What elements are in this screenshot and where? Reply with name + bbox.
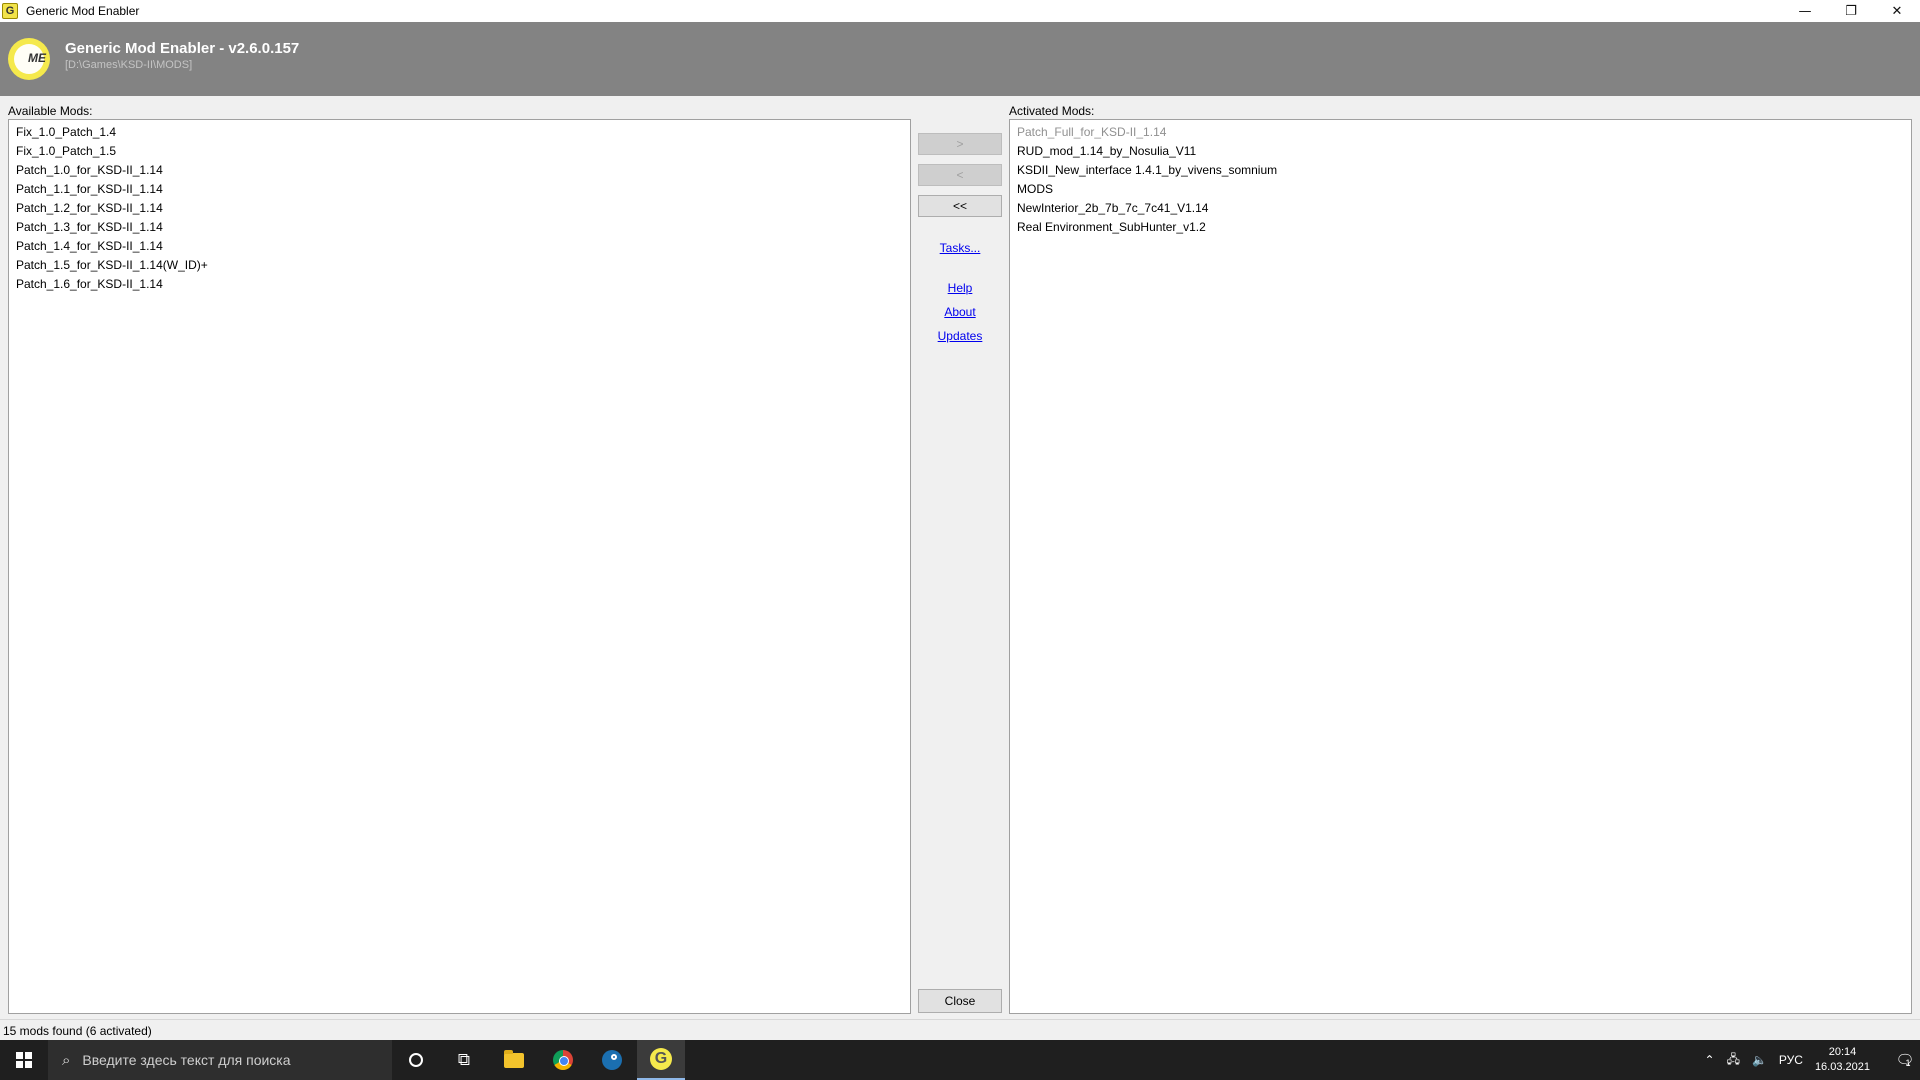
list-item[interactable]: KSDII_New_interface 1.4.1_by_vivens_somn… [1010, 161, 1911, 180]
list-item[interactable]: Patch_1.5_for_KSD-II_1.14(W_ID)+ [9, 256, 910, 275]
language-indicator[interactable]: РУС [1779, 1053, 1803, 1067]
tasks-link[interactable]: Tasks... [918, 241, 1002, 255]
windows-logo-icon [16, 1052, 32, 1068]
task-view-button[interactable]: ⧉ [440, 1040, 488, 1080]
list-item[interactable]: Patch_1.0_for_KSD-II_1.14 [9, 161, 910, 180]
list-item[interactable]: RUD_mod_1.14_by_Nosulia_V11 [1010, 142, 1911, 161]
task-view-icon: ⧉ [457, 1050, 471, 1069]
clock-date: 16.03.2021 [1814, 1061, 1870, 1073]
list-item[interactable]: Patch_1.2_for_KSD-II_1.14 [9, 199, 910, 218]
list-item[interactable]: Patch_1.3_for_KSD-II_1.14 [9, 218, 910, 237]
restore-button[interactable]: ❐ [1828, 0, 1874, 22]
help-link[interactable]: Help [918, 281, 1002, 295]
list-item[interactable]: Patch_Full_for_KSD-II_1.14 [1010, 123, 1911, 142]
window-title: Generic Mod Enabler [26, 4, 140, 18]
list-item[interactable]: Patch_1.4_for_KSD-II_1.14 [9, 237, 910, 256]
clock-time: 20:14 [1828, 1046, 1857, 1058]
list-item[interactable]: Real Environment_SubHunter_v1.2 [1010, 218, 1911, 237]
network-icon[interactable]: 🖧 [1727, 1050, 1740, 1071]
steam-button[interactable] [588, 1040, 636, 1080]
list-item[interactable]: Patch_1.1_for_KSD-II_1.14 [9, 180, 910, 199]
close-button[interactable]: Close [918, 989, 1002, 1013]
logo-letters: ME [28, 51, 46, 65]
activated-mods-list[interactable]: Patch_Full_for_KSD-II_1.14 RUD_mod_1.14_b… [1009, 119, 1912, 1014]
taskbar-search-box[interactable]: ⌕ Введите здесь текст для поиска [48, 1040, 392, 1080]
system-tray: ⌃ 🖧 🔈 РУС 20:14 16.03.2021 🗨 1 [1705, 1040, 1920, 1080]
list-item[interactable]: MODS [1010, 180, 1911, 199]
chrome-button[interactable] [539, 1040, 587, 1080]
header-banner: ME Generic Mod Enabler - v2.6.0.157 [D:\… [0, 22, 1920, 96]
chrome-icon [553, 1050, 573, 1070]
clock[interactable]: 20:14 16.03.2021 [1815, 1045, 1870, 1075]
notification-center-button[interactable]: 🗨 1 [1886, 1051, 1920, 1069]
available-mods-list[interactable]: Fix_1.0_Patch_1.4 Fix_1.0_Patch_1.5 Patch_… [8, 119, 911, 1014]
status-text: 15 mods found (6 activated) [3, 1024, 152, 1038]
steam-icon [602, 1050, 622, 1070]
file-explorer-button[interactable] [490, 1040, 538, 1080]
about-link[interactable]: About [918, 305, 1002, 319]
deactivate-button[interactable]: < [918, 164, 1002, 186]
search-icon: ⌕ [62, 1051, 71, 1069]
cortana-button[interactable] [392, 1040, 440, 1080]
cortana-icon [409, 1053, 423, 1067]
gme-logo-icon: ME [8, 38, 50, 80]
volume-icon[interactable]: 🔈 [1752, 1053, 1767, 1067]
updates-link[interactable]: Updates [918, 329, 1002, 343]
mods-path: [D:\Games\KSD-II\MODS] [65, 59, 193, 71]
app-title: Generic Mod Enabler - v2.6.0.157 [65, 40, 300, 57]
list-item[interactable]: Patch_1.6_for_KSD-II_1.14 [9, 275, 910, 294]
minimize-button[interactable]: — [1782, 0, 1828, 22]
app-icon: G [2, 3, 18, 19]
list-item[interactable]: Fix_1.0_Patch_1.4 [9, 123, 910, 142]
list-item[interactable]: NewInterior_2b_7b_7c_7c41_V1.14 [1010, 199, 1911, 218]
gme-taskbar-button[interactable]: G [637, 1040, 685, 1080]
activated-mods-label: Activated Mods: [1009, 104, 1095, 118]
available-mods-label: Available Mods: [8, 104, 93, 118]
notification-count: 1 [1905, 1058, 1911, 1068]
status-bar: 15 mods found (6 activated) [0, 1019, 1920, 1042]
list-item[interactable]: Fix_1.0_Patch_1.5 [9, 142, 910, 161]
close-window-button[interactable]: ✕ [1874, 0, 1920, 22]
search-placeholder: Введите здесь текст для поиска [82, 1052, 291, 1068]
deactivate-all-button[interactable]: << [918, 195, 1002, 217]
chevron-up-icon[interactable]: ⌃ [1705, 1053, 1715, 1067]
title-bar: G Generic Mod Enabler — ❐ ✕ [0, 0, 1920, 22]
folder-icon [504, 1049, 524, 1068]
taskbar: ⌕ Введите здесь текст для поиска ⧉ G ⌃ 🖧… [0, 1040, 1920, 1080]
activate-button[interactable]: > [918, 133, 1002, 155]
gme-icon: G [650, 1048, 672, 1070]
start-button[interactable] [0, 1040, 48, 1080]
window-controls: — ❐ ✕ [1782, 0, 1920, 22]
